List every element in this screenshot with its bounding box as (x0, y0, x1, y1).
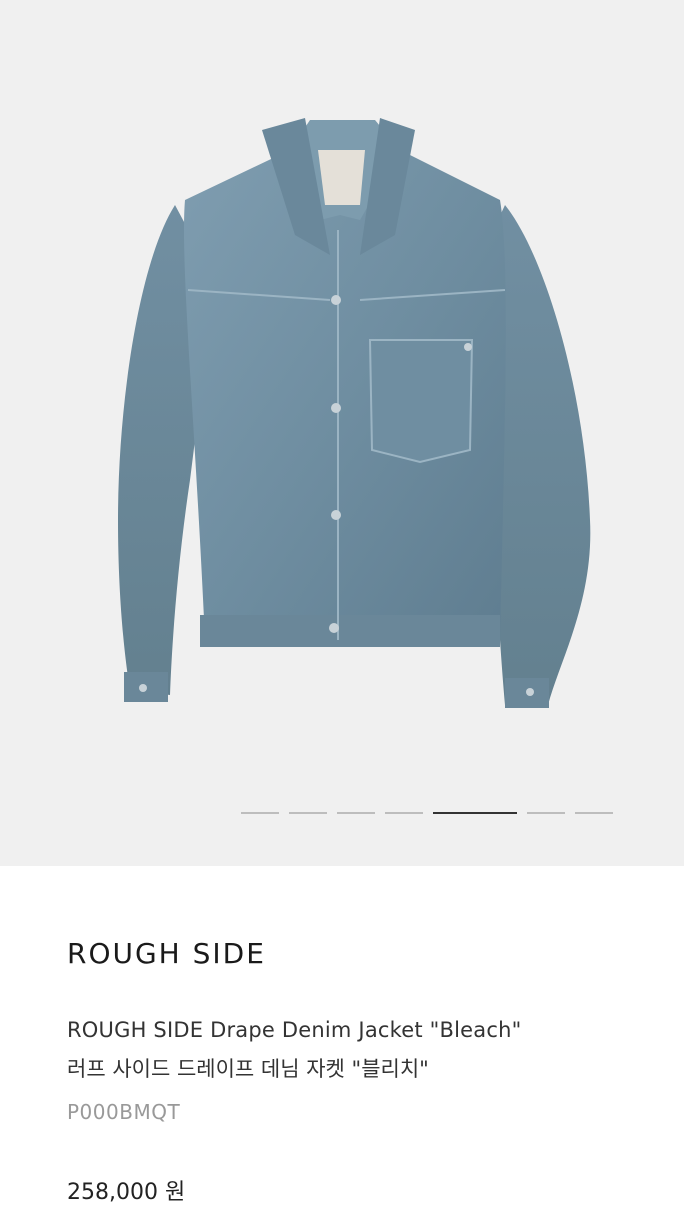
slide-indicator-active[interactable] (433, 812, 517, 814)
product-price: 258,000 원 (67, 1180, 186, 1205)
product-name-en: ROUGH SIDE Drape Denim Jacket "Bleach" (67, 1018, 522, 1042)
slide-indicator[interactable] (527, 812, 565, 814)
brand-name[interactable]: ROUGH SIDE (67, 937, 266, 970)
product-image-gallery[interactable] (0, 0, 684, 866)
slide-indicator[interactable] (289, 812, 327, 814)
slide-indicator[interactable] (241, 812, 279, 814)
slide-indicator[interactable] (385, 812, 423, 814)
slide-indicators (241, 812, 613, 814)
product-code: P000BMQT (67, 1100, 181, 1124)
product-name-ko: 러프 사이드 드레이프 데님 자켓 "블리치" (67, 1057, 429, 1081)
slide-indicator[interactable] (575, 812, 613, 814)
denim-jacket-image (118, 118, 591, 708)
slide-indicator[interactable] (337, 812, 375, 814)
